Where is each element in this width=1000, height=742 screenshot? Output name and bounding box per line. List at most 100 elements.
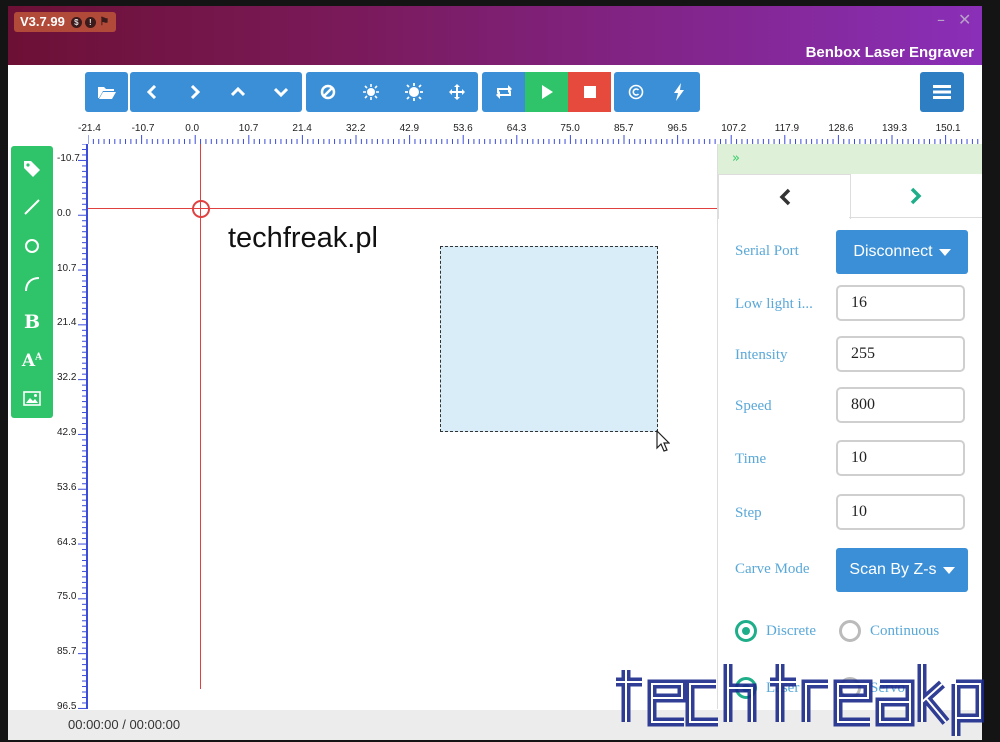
- title-bar: V3.7.99 $ ! ⚑ – ✕ Benbox Laser Engraver: [8, 6, 982, 65]
- move-arrows-icon[interactable]: [435, 72, 478, 112]
- y-ruler-label: 85.7: [57, 646, 77, 658]
- x-ruler-label: 128.6: [828, 123, 854, 134]
- serial-port-label: Serial Port: [735, 243, 799, 259]
- info-icon[interactable]: !: [84, 16, 96, 28]
- menu-button[interactable]: [920, 72, 964, 112]
- text-size-icon[interactable]: AA: [11, 341, 53, 379]
- y-ruler-label: 64.3: [57, 536, 77, 548]
- continuous-radio[interactable]: Continuous: [839, 620, 939, 642]
- chevron-right-icon: [910, 187, 922, 204]
- x-ruler-label: 0.0: [185, 123, 200, 134]
- origin-marker-icon: [192, 200, 210, 218]
- stop-icon[interactable]: [568, 72, 611, 112]
- low-light-row: Low light i... 16: [735, 283, 975, 325]
- panel-nav: [718, 174, 982, 219]
- toolbar: [8, 65, 982, 122]
- flag-icon[interactable]: ⚑: [99, 16, 110, 28]
- job-timer: 00:00:00 / 00:00:00: [68, 717, 181, 732]
- x-ruler-label: 75.0: [560, 123, 580, 134]
- continuous-radio-label: Continuous: [870, 622, 940, 639]
- intensity-label: Intensity: [735, 347, 788, 363]
- y-ruler-label: 32.2: [57, 372, 77, 384]
- tag-icon[interactable]: [11, 150, 53, 188]
- circle-icon[interactable]: [11, 227, 53, 265]
- chevron-right-icon[interactable]: [173, 72, 216, 112]
- version-badge: V3.7.99 $ ! ⚑: [14, 12, 116, 32]
- chevron-down-icon[interactable]: [259, 72, 302, 112]
- chevron-up-icon[interactable]: [216, 72, 259, 112]
- low-light-input[interactable]: 16: [836, 285, 965, 321]
- canvas-text-object[interactable]: techfreak.pl: [228, 222, 378, 255]
- toolbar-group-run: [482, 72, 611, 112]
- chevron-left-icon[interactable]: [130, 72, 173, 112]
- bold-text-icon[interactable]: B: [11, 303, 53, 341]
- panel-collapse-toggle[interactable]: »: [718, 144, 982, 174]
- origin-x-axis: [88, 208, 717, 209]
- scan-mode-radios: Discrete Continuous: [735, 620, 982, 650]
- step-label: Step: [735, 505, 762, 521]
- x-ruler-label: 117.9: [774, 123, 800, 134]
- line-icon[interactable]: [11, 188, 53, 226]
- arc-icon[interactable]: [11, 265, 53, 303]
- x-ruler-label: 64.3: [506, 123, 527, 134]
- chevron-left-icon: [779, 188, 790, 206]
- x-ruler-label: 10.7: [238, 123, 259, 134]
- serial-port-dropdown[interactable]: Disconnect: [836, 230, 968, 274]
- sun-large-icon[interactable]: [392, 72, 435, 112]
- time-row: Time 10: [735, 438, 975, 480]
- carve-mode-dropdown[interactable]: Scan By Z-s: [836, 548, 968, 592]
- discrete-radio-label: Discrete: [766, 622, 816, 639]
- y-ruler-label: 21.4: [57, 317, 77, 329]
- version-label: V3.7.99: [20, 14, 65, 29]
- toolbar-group-laser: [306, 72, 478, 112]
- x-ruler-label: -21.4: [78, 123, 101, 134]
- close-button[interactable]: ✕: [958, 10, 971, 29]
- menu-icon: [933, 85, 951, 99]
- watermark-logo: [616, 664, 984, 736]
- ban-icon[interactable]: [306, 72, 349, 112]
- selected-image-object[interactable]: [440, 246, 658, 432]
- speed-input[interactable]: 800: [836, 387, 965, 423]
- sun-small-icon[interactable]: [349, 72, 392, 112]
- app-window: V3.7.99 $ ! ⚑ – ✕ Benbox Laser Engraver: [8, 6, 982, 740]
- dollar-icon[interactable]: $: [70, 16, 82, 28]
- panel-prev-tab[interactable]: [718, 174, 851, 219]
- intensity-input[interactable]: 255: [836, 336, 965, 372]
- time-input[interactable]: 10: [836, 440, 965, 476]
- x-ruler-label: 32.2: [346, 123, 366, 134]
- panel-next-tab[interactable]: [849, 174, 982, 218]
- app-title: Benbox Laser Engraver: [805, 44, 974, 61]
- open-folder-icon[interactable]: [85, 72, 128, 112]
- x-ruler-label: 107.2: [721, 123, 747, 134]
- x-ruler-label: 85.7: [614, 123, 634, 134]
- repeat-icon[interactable]: [482, 72, 525, 112]
- copyright-icon[interactable]: [614, 72, 657, 112]
- x-ruler-label: 42.9: [399, 123, 420, 134]
- bolt-icon[interactable]: [657, 72, 700, 112]
- minimize-button[interactable]: –: [937, 10, 945, 29]
- step-input[interactable]: 10: [836, 494, 965, 530]
- x-ruler-label: 53.6: [453, 123, 473, 134]
- mouse-cursor-icon: [656, 430, 670, 452]
- play-icon[interactable]: [525, 72, 568, 112]
- y-ruler-label: 10.7: [57, 262, 77, 274]
- step-row: Step 10: [735, 492, 975, 534]
- toolbar-group-file: [85, 72, 128, 112]
- work-canvas[interactable]: techfreak.pl: [88, 144, 717, 709]
- horizontal-ruler: -21.4 -10.7 0.0 10.7 21.4 32.2 42.9 53.6 64.3 75.…: [78, 122, 982, 146]
- low-light-label: Low light i...: [735, 296, 813, 312]
- tool-sidebar: B AA: [11, 146, 53, 418]
- origin-y-axis: [200, 144, 201, 689]
- x-ruler-label: 139.3: [882, 123, 908, 134]
- serial-port-row: Serial Port Disconnect: [735, 230, 975, 274]
- image-icon[interactable]: [11, 380, 53, 418]
- y-ruler-label: 53.6: [57, 481, 77, 493]
- carve-mode-row: Carve Mode Scan By Z-s: [735, 548, 975, 592]
- serial-port-dropdown-label: Disconnect: [853, 243, 933, 260]
- y-ruler-label: 0.0: [57, 207, 71, 219]
- discrete-radio[interactable]: Discrete: [735, 620, 816, 642]
- speed-row: Speed 800: [735, 385, 975, 427]
- x-ruler-label: 21.4: [292, 123, 312, 134]
- toolbar-group-move: [130, 72, 302, 112]
- y-ruler-label: 42.9: [57, 427, 77, 438]
